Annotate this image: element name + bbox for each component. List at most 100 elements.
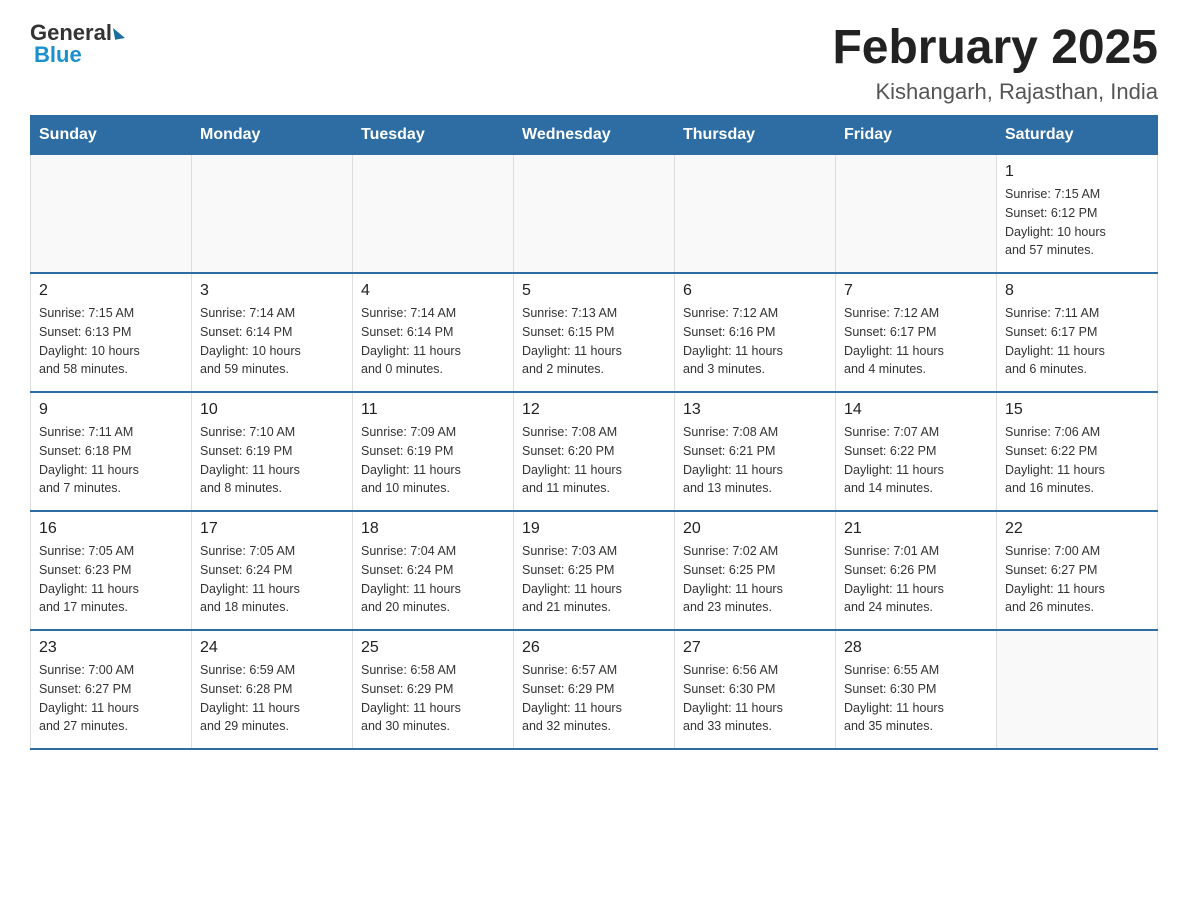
header-saturday: Saturday bbox=[997, 116, 1158, 155]
calendar-cell: 7 Sunrise: 7:12 AMSunset: 6:17 PMDaylight… bbox=[836, 273, 997, 392]
calendar-cell: 4 Sunrise: 7:14 AMSunset: 6:14 PMDaylight… bbox=[353, 273, 514, 392]
header-wednesday: Wednesday bbox=[514, 116, 675, 155]
day-info: Sunrise: 7:08 AMSunset: 6:21 PMDaylight:… bbox=[683, 423, 827, 498]
day-number: 10 bbox=[200, 401, 344, 419]
day-info: Sunrise: 7:01 AMSunset: 6:26 PMDaylight:… bbox=[844, 542, 988, 617]
day-number: 13 bbox=[683, 401, 827, 419]
calendar-table: SundayMondayTuesdayWednesdayThursdayFrid… bbox=[30, 115, 1158, 750]
day-info: Sunrise: 7:11 AMSunset: 6:17 PMDaylight:… bbox=[1005, 304, 1149, 379]
calendar-cell: 11Sunrise: 7:09 AMSunset: 6:19 PMDayligh… bbox=[353, 392, 514, 511]
calendar-week-2: 2 Sunrise: 7:15 AMSunset: 6:13 PMDaylight… bbox=[31, 273, 1158, 392]
calendar-cell: 10 Sunrise: 7:10 AMSunset: 6:19 PMDayligh… bbox=[192, 392, 353, 511]
calendar-cell bbox=[31, 155, 192, 274]
day-number: 3 bbox=[200, 282, 344, 300]
day-number: 25 bbox=[361, 639, 505, 657]
day-number: 14 bbox=[844, 401, 988, 419]
header-tuesday: Tuesday bbox=[353, 116, 514, 155]
calendar-cell: 22 Sunrise: 7:00 AMSunset: 6:27 PMDayligh… bbox=[997, 511, 1158, 630]
calendar-cell: 15 Sunrise: 7:06 AMSunset: 6:22 PMDayligh… bbox=[997, 392, 1158, 511]
calendar-cell: 24 Sunrise: 6:59 AMSunset: 6:28 PMDayligh… bbox=[192, 630, 353, 749]
day-number: 24 bbox=[200, 639, 344, 657]
calendar-cell: 19Sunrise: 7:03 AMSunset: 6:25 PMDayligh… bbox=[514, 511, 675, 630]
day-number: 16 bbox=[39, 520, 183, 538]
calendar-header-row: SundayMondayTuesdayWednesdayThursdayFrid… bbox=[31, 116, 1158, 155]
calendar-cell bbox=[514, 155, 675, 274]
header-thursday: Thursday bbox=[675, 116, 836, 155]
calendar-cell bbox=[353, 155, 514, 274]
calendar-cell bbox=[192, 155, 353, 274]
calendar-cell: 18 Sunrise: 7:04 AMSunset: 6:24 PMDayligh… bbox=[353, 511, 514, 630]
calendar-cell: 8 Sunrise: 7:11 AMSunset: 6:17 PMDaylight… bbox=[997, 273, 1158, 392]
calendar-cell: 6 Sunrise: 7:12 AMSunset: 6:16 PMDaylight… bbox=[675, 273, 836, 392]
logo: General Blue bbox=[30, 20, 124, 68]
logo-blue-text: Blue bbox=[34, 42, 82, 68]
calendar-cell: 21 Sunrise: 7:01 AMSunset: 6:26 PMDayligh… bbox=[836, 511, 997, 630]
day-info: Sunrise: 6:56 AMSunset: 6:30 PMDaylight:… bbox=[683, 661, 827, 736]
day-number: 8 bbox=[1005, 282, 1149, 300]
day-info: Sunrise: 6:59 AMSunset: 6:28 PMDaylight:… bbox=[200, 661, 344, 736]
day-info: Sunrise: 7:12 AMSunset: 6:16 PMDaylight:… bbox=[683, 304, 827, 379]
day-info: Sunrise: 7:05 AMSunset: 6:23 PMDaylight:… bbox=[39, 542, 183, 617]
header-sunday: Sunday bbox=[31, 116, 192, 155]
calendar-cell bbox=[836, 155, 997, 274]
day-number: 23 bbox=[39, 639, 183, 657]
calendar-week-5: 23 Sunrise: 7:00 AMSunset: 6:27 PMDayligh… bbox=[31, 630, 1158, 749]
day-info: Sunrise: 7:15 AMSunset: 6:12 PMDaylight:… bbox=[1005, 185, 1149, 260]
day-info: Sunrise: 7:07 AMSunset: 6:22 PMDaylight:… bbox=[844, 423, 988, 498]
day-number: 7 bbox=[844, 282, 988, 300]
day-number: 9 bbox=[39, 401, 183, 419]
day-info: Sunrise: 7:10 AMSunset: 6:19 PMDaylight:… bbox=[200, 423, 344, 498]
day-info: Sunrise: 7:08 AMSunset: 6:20 PMDaylight:… bbox=[522, 423, 666, 498]
day-info: Sunrise: 6:57 AMSunset: 6:29 PMDaylight:… bbox=[522, 661, 666, 736]
calendar-cell: 12 Sunrise: 7:08 AMSunset: 6:20 PMDayligh… bbox=[514, 392, 675, 511]
day-number: 15 bbox=[1005, 401, 1149, 419]
calendar-week-1: 1 Sunrise: 7:15 AMSunset: 6:12 PMDaylight… bbox=[31, 155, 1158, 274]
calendar-week-3: 9Sunrise: 7:11 AMSunset: 6:18 PMDaylight… bbox=[31, 392, 1158, 511]
day-info: Sunrise: 7:12 AMSunset: 6:17 PMDaylight:… bbox=[844, 304, 988, 379]
calendar-cell: 25Sunrise: 6:58 AMSunset: 6:29 PMDayligh… bbox=[353, 630, 514, 749]
day-info: Sunrise: 7:15 AMSunset: 6:13 PMDaylight:… bbox=[39, 304, 183, 379]
day-number: 21 bbox=[844, 520, 988, 538]
day-info: Sunrise: 7:03 AMSunset: 6:25 PMDaylight:… bbox=[522, 542, 666, 617]
calendar-cell: 17 Sunrise: 7:05 AMSunset: 6:24 PMDayligh… bbox=[192, 511, 353, 630]
day-number: 17 bbox=[200, 520, 344, 538]
day-info: Sunrise: 7:00 AMSunset: 6:27 PMDaylight:… bbox=[39, 661, 183, 736]
day-info: Sunrise: 7:05 AMSunset: 6:24 PMDaylight:… bbox=[200, 542, 344, 617]
calendar-cell: 13 Sunrise: 7:08 AMSunset: 6:21 PMDayligh… bbox=[675, 392, 836, 511]
calendar-cell: 20Sunrise: 7:02 AMSunset: 6:25 PMDayligh… bbox=[675, 511, 836, 630]
calendar-week-4: 16 Sunrise: 7:05 AMSunset: 6:23 PMDayligh… bbox=[31, 511, 1158, 630]
calendar-cell: 27Sunrise: 6:56 AMSunset: 6:30 PMDayligh… bbox=[675, 630, 836, 749]
day-number: 22 bbox=[1005, 520, 1149, 538]
day-info: Sunrise: 7:04 AMSunset: 6:24 PMDaylight:… bbox=[361, 542, 505, 617]
calendar-title: February 2025 bbox=[832, 20, 1158, 75]
day-number: 4 bbox=[361, 282, 505, 300]
logo-arrow-icon bbox=[113, 26, 125, 40]
calendar-cell: 23 Sunrise: 7:00 AMSunset: 6:27 PMDayligh… bbox=[31, 630, 192, 749]
calendar-cell: 9Sunrise: 7:11 AMSunset: 6:18 PMDaylight… bbox=[31, 392, 192, 511]
calendar-cell: 3Sunrise: 7:14 AMSunset: 6:14 PMDaylight… bbox=[192, 273, 353, 392]
day-number: 6 bbox=[683, 282, 827, 300]
day-number: 28 bbox=[844, 639, 988, 657]
header-friday: Friday bbox=[836, 116, 997, 155]
day-info: Sunrise: 7:14 AMSunset: 6:14 PMDaylight:… bbox=[361, 304, 505, 379]
calendar-cell: 2 Sunrise: 7:15 AMSunset: 6:13 PMDaylight… bbox=[31, 273, 192, 392]
calendar-cell: 1 Sunrise: 7:15 AMSunset: 6:12 PMDaylight… bbox=[997, 155, 1158, 274]
calendar-cell: 26Sunrise: 6:57 AMSunset: 6:29 PMDayligh… bbox=[514, 630, 675, 749]
day-info: Sunrise: 6:55 AMSunset: 6:30 PMDaylight:… bbox=[844, 661, 988, 736]
day-number: 18 bbox=[361, 520, 505, 538]
day-info: Sunrise: 7:13 AMSunset: 6:15 PMDaylight:… bbox=[522, 304, 666, 379]
header-monday: Monday bbox=[192, 116, 353, 155]
calendar-subtitle: Kishangarh, Rajasthan, India bbox=[832, 79, 1158, 105]
day-info: Sunrise: 7:02 AMSunset: 6:25 PMDaylight:… bbox=[683, 542, 827, 617]
day-info: Sunrise: 7:09 AMSunset: 6:19 PMDaylight:… bbox=[361, 423, 505, 498]
calendar-cell bbox=[997, 630, 1158, 749]
day-number: 12 bbox=[522, 401, 666, 419]
day-info: Sunrise: 7:00 AMSunset: 6:27 PMDaylight:… bbox=[1005, 542, 1149, 617]
day-number: 2 bbox=[39, 282, 183, 300]
day-info: Sunrise: 7:06 AMSunset: 6:22 PMDaylight:… bbox=[1005, 423, 1149, 498]
page-header: General Blue February 2025 Kishangarh, R… bbox=[30, 20, 1158, 105]
title-area: February 2025 Kishangarh, Rajasthan, Ind… bbox=[832, 20, 1158, 105]
calendar-cell: 14 Sunrise: 7:07 AMSunset: 6:22 PMDayligh… bbox=[836, 392, 997, 511]
day-number: 1 bbox=[1005, 163, 1149, 181]
calendar-cell: 5Sunrise: 7:13 AMSunset: 6:15 PMDaylight… bbox=[514, 273, 675, 392]
